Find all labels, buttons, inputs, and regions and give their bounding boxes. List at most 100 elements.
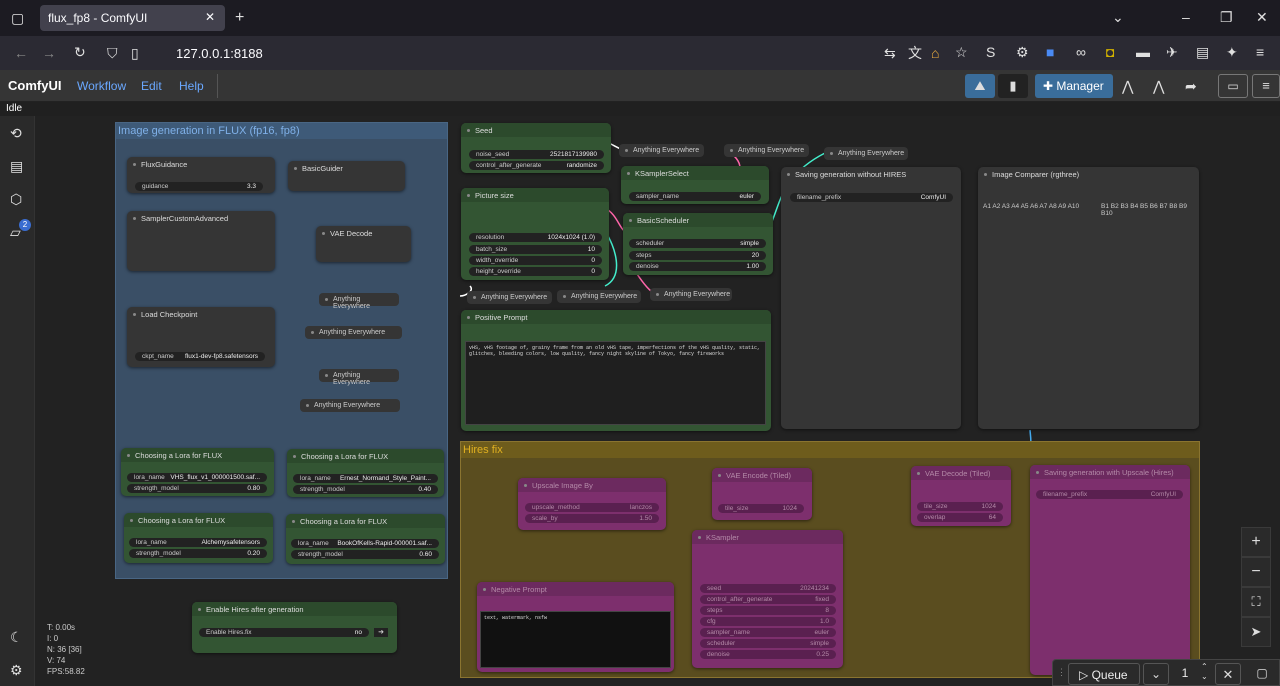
widget-control-after-generate[interactable]: control_after_generate randomize: [469, 161, 604, 170]
node-anything-everywhere[interactable]: Anything Everywhere: [319, 293, 399, 310]
widget-overlap[interactable]: overlap 64: [917, 513, 1003, 522]
history-icon[interactable]: ⟲: [10, 126, 22, 140]
node-share2-icon[interactable]: ⋀: [1153, 79, 1164, 93]
drag-handle-icon[interactable]: ⋮: [1057, 667, 1066, 678]
widget-noise-seed[interactable]: noise_seed 2521817139980: [469, 150, 604, 159]
node-anything-everywhere[interactable]: Anything Everywhere: [724, 144, 809, 157]
node-lora-4[interactable]: Choosing a Lora for FLUX lora_name BookOf…: [286, 514, 445, 564]
widget-cfg[interactable]: cfg 1.0: [700, 617, 836, 626]
widget-guidance[interactable]: guidance 3.3: [135, 182, 263, 191]
reader-icon[interactable]: ▤: [1196, 45, 1209, 59]
cancel-queue-button[interactable]: ✕: [1215, 663, 1241, 685]
queue-options-button[interactable]: ⌄: [1143, 663, 1169, 685]
widget-strength[interactable]: strength_model 0.80: [127, 484, 267, 493]
browser-menu-icon[interactable]: ≡: [1256, 45, 1264, 59]
locate-button[interactable]: ➤: [1241, 617, 1271, 647]
translate2-icon[interactable]: 文: [908, 46, 922, 60]
widget-resolution[interactable]: resolution 1024x1024 (1.0): [469, 233, 602, 242]
extension-tank-icon[interactable]: ▬: [1136, 45, 1150, 59]
node-picture-size[interactable]: Picture size resolution 1024x1024 (1.0) b…: [461, 188, 609, 280]
widget-control-after-generate[interactable]: control_after_generate fixed: [700, 595, 836, 604]
node-load-checkpoint[interactable]: Load Checkpoint ckpt_name flux1-dev-fp8.s…: [127, 307, 275, 367]
widget-filename-prefix[interactable]: filename_prefix ComfyUI: [1036, 490, 1183, 499]
node-lora-2[interactable]: Choosing a Lora for FLUX lora_name Ernest…: [287, 449, 444, 497]
node-anything-everywhere[interactable]: Anything Everywhere: [650, 288, 732, 301]
arrow-button[interactable]: ➜: [374, 628, 388, 637]
menu-edit[interactable]: Edit: [141, 79, 162, 93]
comparer-b-list[interactable]: B1 B2 B3 B4 B5 B6 B7 B8 B9 B10: [1101, 203, 1199, 217]
widget-strength[interactable]: strength_model 0.40: [293, 485, 438, 494]
restore-icon[interactable]: ❐: [1220, 10, 1233, 24]
node-negative-prompt[interactable]: Negative Prompt text, watermark, nsfw: [477, 582, 674, 672]
node-lora-1[interactable]: Choosing a Lora for FLUX lora_name VHS_fl…: [121, 448, 274, 496]
queue-button[interactable]: ▷ Queue: [1068, 663, 1140, 685]
widget-strength[interactable]: strength_model 0.60: [291, 550, 439, 559]
widget-ckpt-name[interactable]: ckpt_name flux1-dev-fp8.safetensors: [135, 352, 265, 361]
batch-count-input[interactable]: 1: [1175, 666, 1195, 680]
widget-denoise[interactable]: denoise 1.00: [629, 262, 766, 271]
stop-button[interactable]: ▢: [1249, 663, 1275, 685]
widget-scale-by[interactable]: scale_by 1.50: [525, 514, 659, 523]
node-vae-decode-tiled[interactable]: VAE Decode (Tiled) tile_size 1024 overlap…: [911, 466, 1011, 526]
node-positive-prompt[interactable]: Positive Prompt vHS, vHS footage of, gra…: [461, 310, 771, 431]
settings-gear-icon[interactable]: ⚙: [10, 663, 23, 677]
node-sampler-custom-advanced[interactable]: SamplerCustomAdvanced: [127, 211, 275, 271]
widget-enable-hires[interactable]: Enable Hires.fix no: [199, 628, 369, 637]
widget-upscale-method[interactable]: upscale_method lanczos: [525, 503, 659, 512]
widget-sampler-name[interactable]: sampler_name euler: [629, 192, 761, 201]
chevron-down-icon[interactable]: ⌄: [1112, 10, 1124, 24]
node-anything-everywhere[interactable]: Anything Everywhere: [824, 147, 908, 160]
node-anything-everywhere[interactable]: Anything Everywhere: [467, 291, 552, 304]
widget-seed[interactable]: seed 20241234: [700, 584, 836, 593]
extensions-icon[interactable]: ✦: [1226, 45, 1238, 59]
browser-tab[interactable]: flux_fp8 - ComfyUI ✕: [40, 5, 225, 31]
node-upscale-image[interactable]: Upscale Image By upscale_method lanczos s…: [518, 478, 666, 530]
node-anything-everywhere[interactable]: Anything Everywhere: [319, 369, 399, 386]
widget-sampler-name[interactable]: sampler_name euler: [700, 628, 836, 637]
node-ksampler-select[interactable]: KSamplerSelect sampler_name euler: [621, 166, 769, 204]
widget-height-override[interactable]: height_override 0: [469, 267, 602, 276]
node-flux-guidance[interactable]: FluxGuidance guidance 3.3: [127, 157, 275, 193]
widget-lora-name[interactable]: lora_name Ernest_Normand_Style_Paint...: [293, 474, 438, 483]
menu-workflow[interactable]: Workflow: [77, 79, 126, 93]
node-anything-everywhere[interactable]: Anything Everywhere: [557, 290, 641, 303]
menu-help[interactable]: Help: [179, 79, 204, 93]
widget-batch-size[interactable]: batch_size 10: [469, 245, 602, 254]
node-seed[interactable]: Seed noise_seed 2521817139980 control_aft…: [461, 123, 611, 173]
node-basic-scheduler[interactable]: BasicScheduler scheduler simple steps 20 d…: [623, 213, 773, 275]
extension-translate-icon[interactable]: ■: [1046, 45, 1054, 59]
reload-icon[interactable]: ↻: [74, 45, 86, 59]
extension-s-icon[interactable]: S: [986, 45, 995, 59]
node-vae-encode-tiled[interactable]: VAE Encode (Tiled) tile_size 1024: [712, 468, 812, 520]
widget-denoise[interactable]: denoise 0.25: [700, 650, 836, 659]
widget-lora-name[interactable]: lora_name BookOfKells-Rapid-000001.saf...: [291, 539, 439, 548]
theme-moon-icon[interactable]: ☾: [10, 630, 23, 644]
widget-lora-name[interactable]: lora_name Alchemysafetensors: [129, 538, 267, 547]
translate-icon[interactable]: ⇆: [884, 46, 896, 60]
stepper-icon[interactable]: ⌃ ⌄: [1201, 662, 1208, 682]
node-vae-decode[interactable]: VAE Decode: [316, 226, 411, 262]
widget-strength[interactable]: strength_model 0.20: [129, 549, 267, 558]
node-anything-everywhere[interactable]: Anything Everywhere: [300, 399, 400, 412]
bookmark-button[interactable]: ▮: [998, 74, 1028, 98]
manager-button[interactable]: ✚ Manager: [1035, 74, 1113, 98]
widget-tile-size[interactable]: tile_size 1024: [718, 504, 804, 513]
node-share-icon[interactable]: ⋀: [1122, 79, 1133, 93]
widget-scheduler[interactable]: scheduler simple: [700, 639, 836, 648]
new-tab-icon[interactable]: +: [235, 10, 244, 26]
node-image-comparer[interactable]: Image Comparer (rgthree) A1 A2 A3 A4 A5 …: [978, 167, 1199, 429]
widget-steps[interactable]: steps 8: [700, 606, 836, 615]
node-lora-3[interactable]: Choosing a Lora for FLUX lora_name Alchem…: [124, 513, 273, 563]
minimize-icon[interactable]: –: [1182, 10, 1190, 24]
widget-scheduler[interactable]: scheduler simple: [629, 239, 766, 248]
home-icon[interactable]: ⌂: [931, 46, 939, 60]
widget-filename-prefix[interactable]: filename_prefix ComfyUI: [790, 193, 953, 202]
extension-glasses-icon[interactable]: ∞: [1076, 45, 1086, 59]
panel-toggle-button[interactable]: ▭: [1218, 74, 1248, 98]
fit-view-button[interactable]: ⛶: [1241, 587, 1271, 617]
star-icon[interactable]: ☆: [955, 45, 968, 59]
node-anything-everywhere[interactable]: Anything Everywhere: [305, 326, 402, 339]
model-library-icon[interactable]: ⬡: [10, 192, 22, 206]
queue-list-icon[interactable]: ▤: [10, 159, 23, 173]
window-close-icon[interactable]: ✕: [1256, 10, 1268, 24]
